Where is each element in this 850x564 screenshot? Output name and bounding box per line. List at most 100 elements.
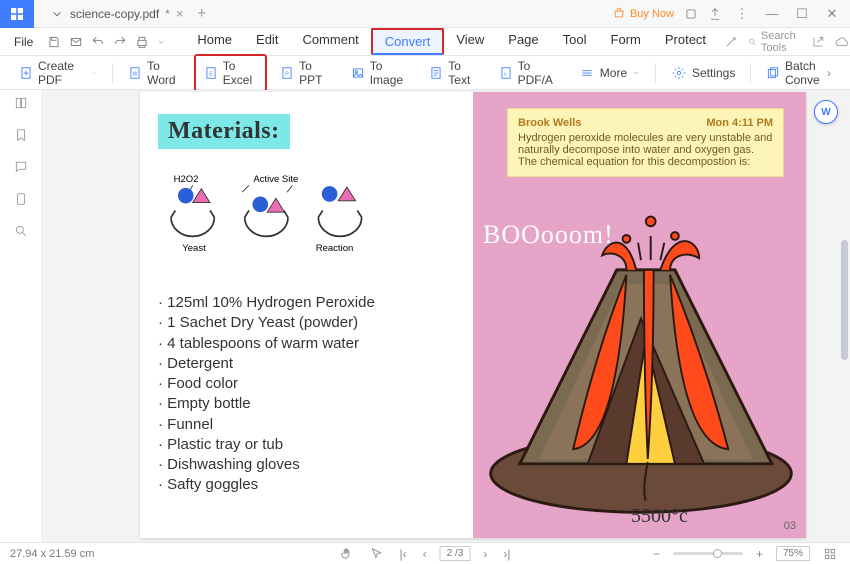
search-panel-icon[interactable]	[14, 224, 28, 238]
volcano-illustration	[481, 202, 801, 522]
list-item: Funnel	[158, 415, 455, 435]
kebab-menu-icon[interactable]: ⋮	[732, 6, 752, 22]
vertical-scrollbar[interactable]	[841, 240, 848, 360]
excel-icon: E	[204, 65, 218, 81]
svg-text:A: A	[503, 71, 507, 76]
materials-heading: Materials:	[158, 114, 290, 149]
print-icon[interactable]	[135, 35, 149, 49]
comment-panel-icon[interactable]	[14, 160, 28, 174]
text-icon	[429, 65, 443, 81]
label-h2o2: H2O2	[174, 174, 199, 185]
minimize-button[interactable]: —	[762, 6, 782, 21]
select-tool-icon[interactable]	[367, 547, 387, 561]
label-active-site: Active Site	[253, 174, 298, 185]
to-text-button[interactable]: To Text	[420, 55, 485, 91]
menu-convert[interactable]: Convert	[371, 28, 445, 55]
page-indicator[interactable]: 2 /3	[440, 546, 471, 561]
share-icon[interactable]	[708, 7, 722, 21]
menu-page[interactable]: Page	[496, 28, 550, 55]
batch-convert-button[interactable]: Batch Conve ›	[757, 55, 840, 91]
buy-now-link[interactable]: Buy Now	[612, 7, 674, 21]
menubar: File Home Edit Comment Convert View Page…	[0, 28, 850, 56]
menu-view[interactable]: View	[444, 28, 496, 55]
to-image-button[interactable]: To Image	[342, 55, 417, 91]
to-pdfa-button[interactable]: A To PDF/A	[490, 55, 566, 91]
save-icon[interactable]	[47, 35, 61, 49]
redo-icon[interactable]	[113, 35, 127, 49]
next-page-button[interactable]: ›	[480, 547, 490, 561]
menu-tool[interactable]: Tool	[551, 28, 599, 55]
maximize-button[interactable]: ☐	[792, 6, 812, 22]
sticky-body: Hydrogen peroxide molecules are very uns…	[518, 132, 773, 168]
menu-protect[interactable]: Protect	[653, 28, 718, 55]
prev-page-button[interactable]: ‹	[420, 547, 430, 561]
print-dropdown-icon[interactable]	[157, 35, 165, 49]
cloud-icon[interactable]	[835, 35, 849, 49]
undo-icon[interactable]	[91, 35, 105, 49]
last-page-button[interactable]: ›|	[500, 547, 513, 561]
list-item: Empty bottle	[158, 394, 455, 414]
tab-close-icon[interactable]: ×	[176, 6, 184, 21]
page-number: 03	[784, 520, 796, 532]
zoom-in-button[interactable]: +	[753, 547, 766, 561]
ppt-icon: P	[280, 65, 294, 81]
search-tools[interactable]: Search Tools	[748, 30, 801, 54]
notification-icon[interactable]	[684, 7, 698, 21]
document-tab[interactable]: science-copy.pdf * ×	[42, 2, 191, 26]
to-ppt-button[interactable]: P To PPT	[271, 55, 338, 91]
first-page-button[interactable]: |‹	[397, 547, 410, 561]
page-left-column: Materials: H2O2 Active Site	[140, 92, 473, 538]
create-pdf-icon	[19, 65, 33, 81]
zoom-slider[interactable]	[673, 552, 743, 555]
zoom-out-button[interactable]: −	[650, 547, 663, 561]
hand-tool-icon[interactable]	[337, 547, 357, 561]
settings-button[interactable]: Settings	[662, 61, 744, 85]
list-item: Food color	[158, 374, 455, 394]
to-excel-button[interactable]: E To Excel	[194, 54, 267, 92]
list-item: 125ml 10% Hydrogen Peroxide	[158, 293, 455, 313]
tab-filename: science-copy.pdf	[70, 7, 159, 21]
list-item: 1 Sachet Dry Yeast (powder)	[158, 313, 455, 333]
to-word-button[interactable]: W To Word	[119, 55, 190, 91]
document-canvas[interactable]: W Materials: H2O2 Active Site	[42, 90, 850, 542]
label-yeast: Yeast	[182, 243, 206, 254]
new-tab-button[interactable]: +	[197, 5, 206, 22]
label-reaction: Reaction	[316, 243, 354, 254]
batch-icon	[766, 65, 780, 81]
list-item: 4 tablespoons of warm water	[158, 334, 455, 354]
svg-text:P: P	[285, 71, 289, 77]
zoom-percent[interactable]: 75%	[776, 546, 810, 561]
sticky-author: Brook Wells	[518, 117, 581, 129]
attachment-icon[interactable]	[14, 192, 28, 206]
chevron-down-icon	[50, 7, 64, 21]
sticky-note[interactable]: Brook Wells Mon 4:11 PM Hydrogen peroxid…	[507, 108, 784, 177]
app-logo[interactable]	[0, 0, 34, 28]
close-window-button[interactable]: ✕	[822, 6, 842, 22]
thumbnails-icon[interactable]	[14, 96, 28, 110]
open-external-icon[interactable]	[811, 35, 825, 49]
mail-icon[interactable]	[69, 35, 83, 49]
page-right-column: Brook Wells Mon 4:11 PM Hydrogen peroxid…	[473, 92, 806, 538]
menu-form[interactable]: Form	[599, 28, 653, 55]
svg-text:W: W	[133, 71, 138, 77]
create-pdf-button[interactable]: Create PDF	[10, 55, 106, 91]
menu-edit[interactable]: Edit	[244, 28, 290, 55]
word-export-badge[interactable]: W	[814, 100, 838, 124]
ribbon-convert: Create PDF W To Word E To Excel P To PPT…	[0, 56, 850, 90]
wand-icon[interactable]	[724, 35, 738, 49]
more-button[interactable]: More	[570, 61, 649, 85]
dirty-indicator: *	[165, 7, 170, 21]
temperature-label: 5500°c	[631, 505, 688, 528]
page-dimensions: 27.94 x 21.59 cm	[10, 548, 94, 560]
menu-home[interactable]: Home	[185, 28, 244, 55]
file-menu[interactable]: File	[10, 35, 37, 49]
list-item: Detergent	[158, 354, 455, 374]
bookmark-icon[interactable]	[14, 128, 28, 142]
materials-list: 125ml 10% Hydrogen Peroxide 1 Sachet Dry…	[158, 293, 455, 496]
overflow-chevron-icon[interactable]: ›	[827, 66, 831, 80]
sticky-time: Mon 4:11 PM	[706, 117, 773, 129]
svg-text:E: E	[209, 71, 213, 77]
fit-page-icon[interactable]	[820, 547, 840, 561]
menu-comment[interactable]: Comment	[290, 28, 370, 55]
more-icon	[579, 65, 595, 81]
